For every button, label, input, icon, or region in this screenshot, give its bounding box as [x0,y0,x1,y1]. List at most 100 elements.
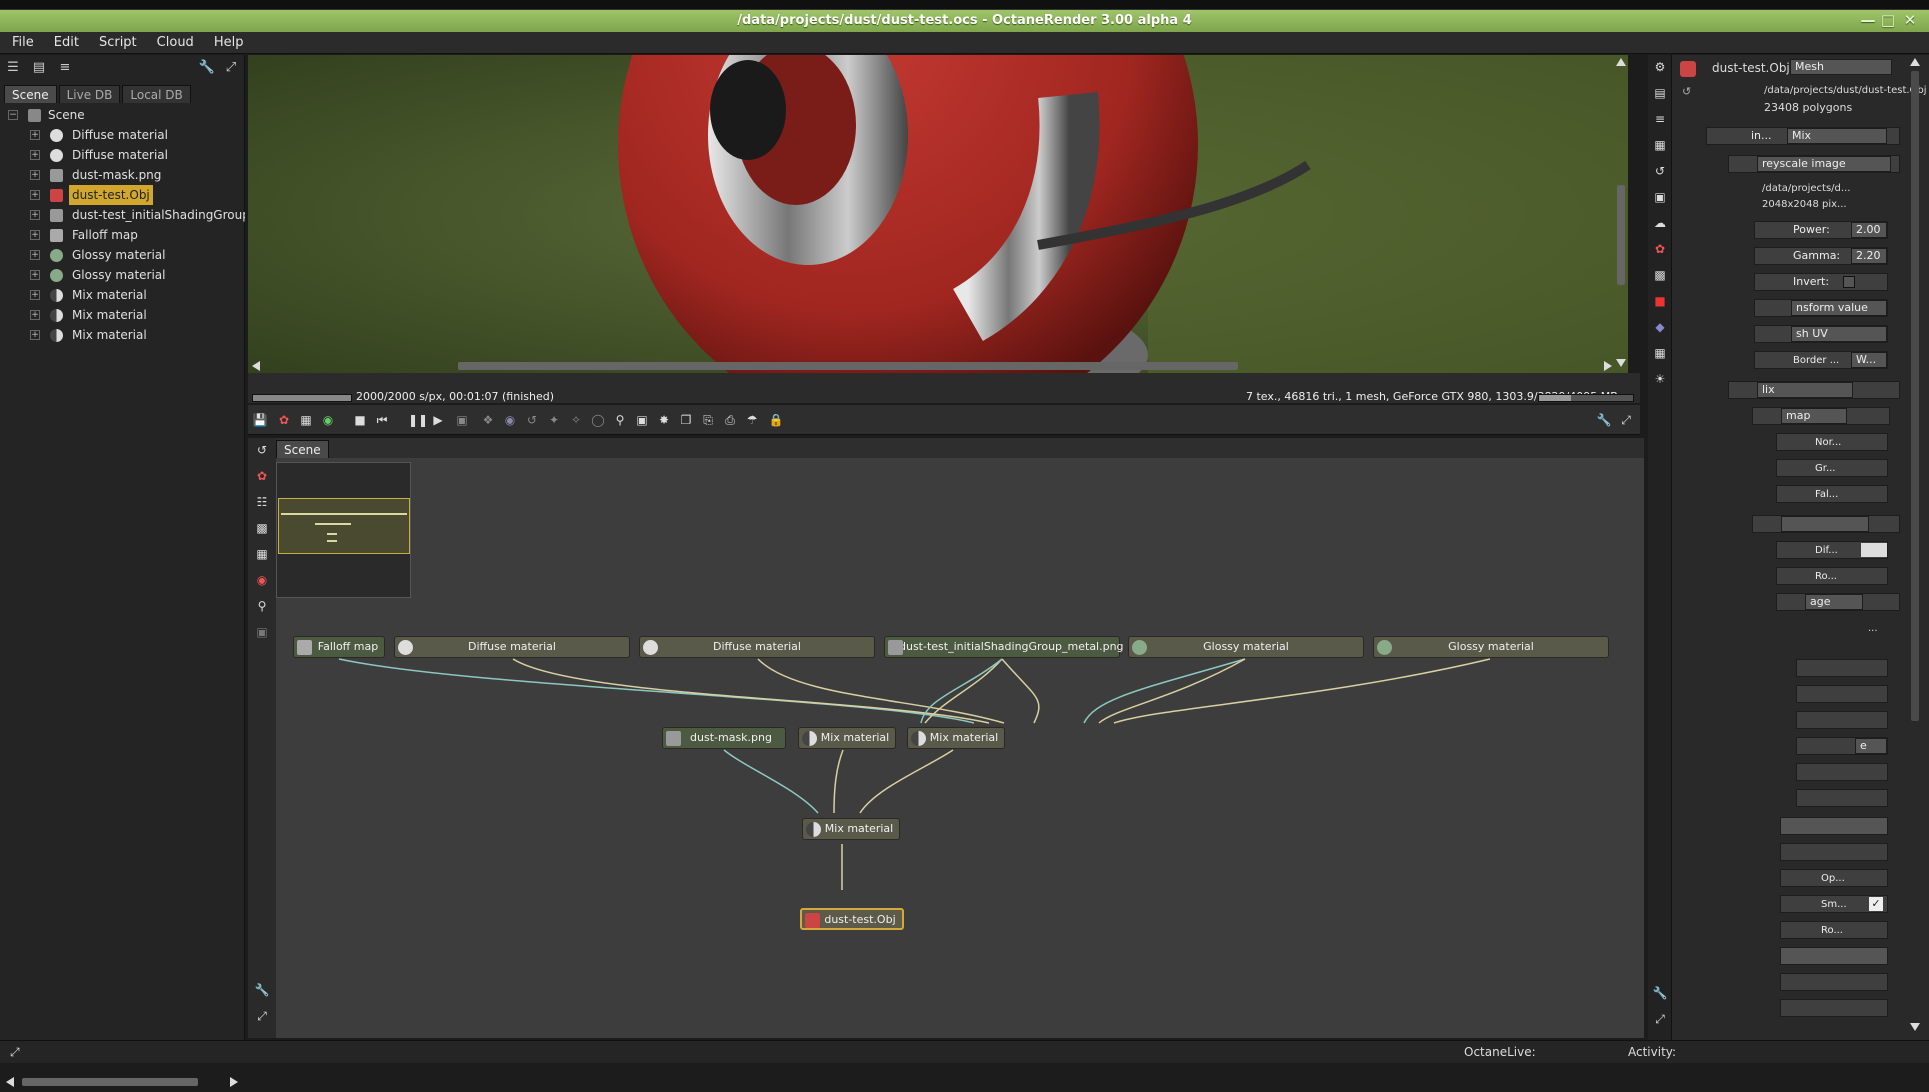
node-mix-material-final[interactable]: Mix material [802,818,900,840]
clay-mode-icon[interactable]: ✿ [276,412,292,428]
border-row[interactable]: Border ... W... [1754,351,1888,369]
arrange-nodes-icon[interactable]: ☷ [254,494,270,510]
expand-toggle-icon[interactable]: + [30,130,40,140]
param-row-7[interactable] [1780,973,1888,991]
grazing-row[interactable]: Gr... [1776,459,1888,477]
layers-icon[interactable]: ▤ [1652,85,1668,101]
viewport-horizontal-scrollbar[interactable] [248,359,1614,373]
camera-icon[interactable]: ⚲ [254,598,270,614]
autofocus-icon[interactable]: ❖ [480,412,496,428]
fullscreen-icon[interactable]: ⤢ [10,1041,20,1063]
node-graph-editor[interactable]: Scene Falloff map Diffuse material Diffu… [276,438,1644,1038]
wrench-icon[interactable]: 🔧 [198,59,216,77]
grid-icon[interactable]: ✸ [656,412,672,428]
white-balance-icon[interactable]: ✧ [568,412,584,428]
wrench-icon[interactable]: 🔧 [1652,985,1668,1001]
param-row-2[interactable] [1796,685,1888,703]
rounded-row[interactable]: Ro... [1780,921,1888,939]
menu-file[interactable]: File [2,32,44,54]
node-mix-material-1[interactable]: Mix material [798,727,896,749]
mix-material-row[interactable]: in... Mix [1706,127,1900,145]
image-sub-dropdown[interactable]: age [1805,594,1863,610]
smooth-row[interactable]: Sm... ✓ [1780,895,1888,913]
param-row-8[interactable] [1780,999,1888,1017]
fullscreen-icon[interactable]: ⤢ [222,59,240,77]
material-icon[interactable]: ✿ [1652,241,1668,257]
node-diffuse-material-1[interactable]: Diffuse material [394,636,630,658]
wrench-icon[interactable]: 🔧 [254,982,270,998]
mix-sub-dropdown[interactable]: lix [1757,382,1853,398]
tree-item[interactable]: + Falloff map [0,225,245,245]
group-icon[interactable]: ▩ [254,520,270,536]
tab-live-db[interactable]: Live DB [58,85,121,103]
inspector-icon[interactable]: ⚙ [1652,59,1668,75]
node-dust-mask[interactable]: dust-mask.png [662,727,786,749]
gamma-value[interactable]: 2.20 [1851,248,1887,264]
param-row-1[interactable] [1796,659,1888,677]
render-target-icon[interactable]: ◉ [254,572,270,588]
material-sub-dropdown[interactable] [1781,516,1869,532]
node-shading-png[interactable]: dust-test_initialShadingGroup_metal.png [884,636,1124,658]
param-row-3[interactable] [1796,711,1888,729]
display-icon[interactable]: ▣ [1652,189,1668,205]
image-sub-row[interactable]: age [1776,593,1900,611]
diffuse-color-swatch[interactable] [1861,543,1887,557]
sun-icon[interactable]: ☀ [1652,371,1668,387]
tree-root[interactable]: − Scene [0,105,245,125]
swatch-row-3[interactable] [1780,947,1888,965]
tree-item[interactable]: + dust-mask.png [0,165,245,185]
tree-item[interactable]: + Mix material [0,285,245,305]
lock-icon[interactable]: 🔒 [768,412,784,428]
texture-icon[interactable]: ▦ [254,546,270,562]
power-row[interactable]: Power: 2.00 [1754,221,1888,239]
greyscale-image-row[interactable]: reyscale image [1728,155,1900,173]
tab-local-db[interactable]: Local DB [122,85,191,103]
menu-script[interactable]: Script [89,32,147,54]
tree-item[interactable]: + Glossy material [0,265,245,285]
wrench-icon[interactable]: 🔧 [1596,412,1612,428]
expand-toggle-icon[interactable]: + [30,230,40,240]
collapse-toggle-icon[interactable]: − [8,110,18,120]
node-glossy-material-1[interactable]: Glossy material [1128,636,1364,658]
network-icon[interactable]: ☂ [744,412,760,428]
list-icon[interactable]: ≡ [1652,111,1668,127]
reload-icon[interactable]: ↺ [1682,85,1691,98]
tree-item[interactable]: + Diffuse material [0,125,245,145]
map-dropdown[interactable]: map [1781,408,1847,424]
picker-icon[interactable]: ◉ [502,412,518,428]
node-mix-material-2[interactable]: Mix material [907,727,1005,749]
param-row-5[interactable] [1796,763,1888,781]
power-value[interactable]: 2.00 [1851,222,1887,238]
geometry-icon[interactable]: ◆ [1652,319,1668,335]
cycle-icon[interactable]: ↺ [1652,163,1668,179]
expand-toggle-icon[interactable]: + [30,170,40,180]
param-row-4[interactable]: e [1796,737,1888,755]
falloff-map-row[interactable]: map [1752,407,1890,425]
smooth-checkbox[interactable]: ✓ [1869,897,1883,911]
param-4-dropdown[interactable]: e [1855,738,1887,754]
node-diffuse-material-2[interactable]: Diffuse material [639,636,875,658]
material-sub-row[interactable] [1752,515,1900,533]
lock-node-icon[interactable]: ▣ [254,624,270,640]
list-view-icon[interactable]: ≡ [56,59,74,77]
fullscreen-icon[interactable]: ⤢ [254,1008,270,1024]
swatch-row-1[interactable] [1780,817,1888,835]
texture-icon[interactable]: ▩ [1652,267,1668,283]
invert-row[interactable]: Invert: [1754,273,1888,291]
tree-item[interactable]: + Mix material [0,305,245,325]
transform-dropdown[interactable]: nsform value [1791,300,1887,316]
tree-item[interactable]: + dust-test.Obj [0,185,245,205]
color-picker-icon[interactable]: ◉ [320,412,336,428]
collapse-tree-icon[interactable]: ▤ [30,59,48,77]
uv-dropdown[interactable]: sh UV [1791,326,1887,342]
opacity-row[interactable]: Op... [1780,869,1888,887]
picture-icon[interactable]: ▦ [1652,345,1668,361]
uv-row[interactable]: sh UV [1754,325,1888,343]
viewport-vertical-scrollbar[interactable] [1614,55,1628,373]
tab-scene[interactable]: Scene [4,85,57,103]
camera-target-icon[interactable]: ◯ [590,412,606,428]
pause-icon[interactable]: ❚❚ [408,412,428,428]
expand-toggle-icon[interactable]: + [30,330,40,340]
expand-toggle-icon[interactable]: + [30,190,40,200]
red-object-icon[interactable]: ■ [1652,293,1668,309]
